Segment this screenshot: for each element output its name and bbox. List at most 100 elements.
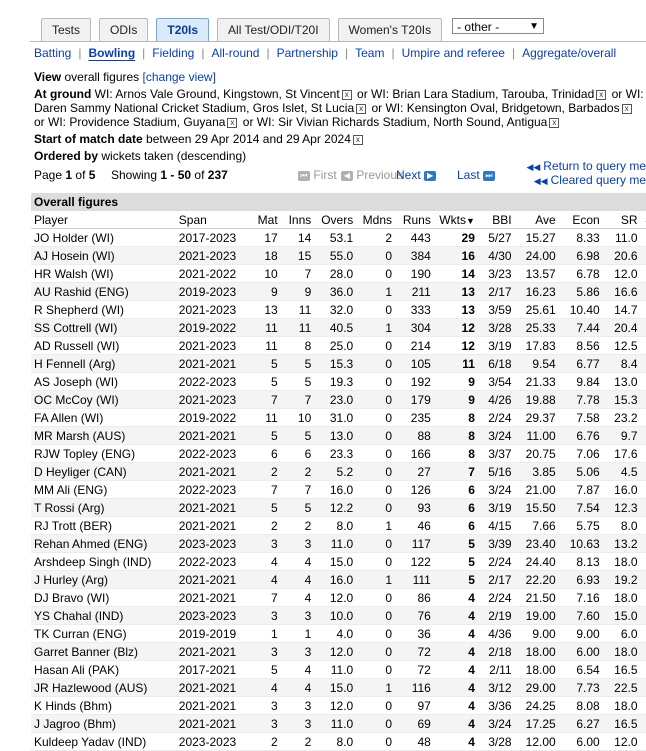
col-4w[interactable]: 4 <box>641 211 646 229</box>
cell-player[interactable]: Garret Banner (Blz) <box>31 643 176 661</box>
subnav-aggregate[interactable]: Aggregate/overall <box>522 46 616 60</box>
tab-odis[interactable]: ODIs <box>99 18 148 42</box>
cleared-query-link[interactable]: ◀◀Cleared query me <box>534 173 646 187</box>
col-mat[interactable]: Mat <box>251 211 280 229</box>
cell-player[interactable]: RJ Trott (BER) <box>31 517 176 535</box>
cell-player[interactable]: SS Cottrell (WI) <box>31 319 176 337</box>
cell-span: 2022-2023 <box>176 373 252 391</box>
cell-overs: 11.0 <box>314 535 356 553</box>
tab-t20is[interactable]: T20Is <box>156 18 209 42</box>
subnav-batting[interactable]: Batting <box>34 46 71 60</box>
cell-player[interactable]: DJ Bravo (WI) <box>31 589 176 607</box>
cell-player[interactable]: T Rossi (Arg) <box>31 499 176 517</box>
remove-filter-icon[interactable]: x <box>227 118 237 128</box>
subnav-team[interactable]: Team <box>355 46 384 60</box>
col-econ[interactable]: Econ <box>559 211 603 229</box>
cell-player[interactable]: D Heyliger (CAN) <box>31 463 176 481</box>
cell-player[interactable]: AD Russell (WI) <box>31 337 176 355</box>
cell-ave: 9.54 <box>515 355 559 373</box>
cell-player[interactable]: RJW Topley (ENG) <box>31 445 176 463</box>
other-format-select[interactable]: - other - ▼ <box>452 18 544 34</box>
last-page-button[interactable]: Last ⏭ <box>457 168 495 182</box>
cell-player[interactable]: Kuldeep Yadav (IND) <box>31 733 176 751</box>
remove-filter-icon[interactable]: x <box>549 118 559 128</box>
cell-sr: 6.0 <box>603 625 641 643</box>
cell-player[interactable]: Rehan Ahmed (ENG) <box>31 535 176 553</box>
cell-player[interactable]: J Jagroo (Bhm) <box>31 715 176 733</box>
cell-mat: 5 <box>251 499 280 517</box>
previous-page-button[interactable]: ◀ Previous <box>341 168 403 182</box>
cell-runs: 190 <box>395 265 434 283</box>
start-date-line: Start of match date between 29 Apr 2014 … <box>34 132 646 146</box>
cell-player[interactable]: R Shepherd (WI) <box>31 301 176 319</box>
cell-player[interactable]: JO Holder (WI) <box>31 229 176 247</box>
col-span[interactable]: Span <box>176 211 252 229</box>
remove-filter-icon[interactable]: x <box>356 104 366 114</box>
cell-mat: 2 <box>251 463 280 481</box>
cell-player[interactable]: K Hinds (Bhm) <box>31 697 176 715</box>
remove-filter-icon[interactable]: x <box>622 104 632 114</box>
cell-span: 2021-2021 <box>176 499 252 517</box>
subnav-umpire-referee[interactable]: Umpire and referee <box>402 46 505 60</box>
cell-four-w: 1 <box>641 391 646 409</box>
remove-filter-icon[interactable]: x <box>596 90 606 100</box>
cell-bbi: 4/36 <box>478 625 515 643</box>
table-row: AD Russell (WI)2021-202311825.00214123/1… <box>31 337 646 355</box>
cell-econ: 5.86 <box>559 283 603 301</box>
pagination: Page 1 of 5 Showing 1 - 50 of 237 ⏮ Firs… <box>34 166 646 196</box>
cell-runs: 72 <box>395 643 434 661</box>
cell-span: 2021-2021 <box>176 517 252 535</box>
subnav-bowling[interactable]: Bowling <box>88 46 135 60</box>
subnav-partnership[interactable]: Partnership <box>277 46 338 60</box>
table-row: JR Hazlewood (AUS)2021-20214415.0111643/… <box>31 679 646 697</box>
tab-all-formats[interactable]: All Test/ODI/T20I <box>217 18 329 42</box>
cell-player[interactable]: Arshdeep Singh (IND) <box>31 553 176 571</box>
tab-womens-t20is[interactable]: Women's T20Is <box>338 18 443 42</box>
first-page-button[interactable]: ⏮ First <box>298 168 337 182</box>
cell-runs: 192 <box>395 373 434 391</box>
remove-filter-icon[interactable]: x <box>353 135 363 145</box>
subnav-all-round[interactable]: All-round <box>211 46 259 60</box>
cell-four-w: 0 <box>641 445 646 463</box>
cell-player[interactable]: FA Allen (WI) <box>31 409 176 427</box>
col-inns[interactable]: Inns <box>281 211 315 229</box>
next-page-button[interactable]: Next ▶ <box>396 168 436 182</box>
cell-wkts: 4 <box>434 661 478 679</box>
cell-player[interactable]: Hasan Ali (PAK) <box>31 661 176 679</box>
cell-span: 2017-2021 <box>176 661 252 679</box>
cell-player[interactable]: JR Hazlewood (AUS) <box>31 679 176 697</box>
col-wkts[interactable]: Wkts▼ <box>434 211 478 229</box>
col-player[interactable]: Player <box>31 211 176 229</box>
remove-filter-icon[interactable]: x <box>342 90 352 100</box>
col-ave[interactable]: Ave <box>515 211 559 229</box>
cell-player[interactable]: YS Chahal (IND) <box>31 607 176 625</box>
cell-ave: 24.00 <box>515 247 559 265</box>
col-runs[interactable]: Runs <box>395 211 434 229</box>
return-to-query-link[interactable]: ◀◀Return to query me <box>526 159 646 173</box>
col-mdns[interactable]: Mdns <box>356 211 395 229</box>
cell-econ: 7.60 <box>559 607 603 625</box>
cell-player[interactable]: AJ Hosein (WI) <box>31 247 176 265</box>
col-overs[interactable]: Overs <box>314 211 356 229</box>
cell-player[interactable]: J Hurley (Arg) <box>31 571 176 589</box>
cell-mat: 7 <box>251 481 280 499</box>
cell-player[interactable]: TK Curran (ENG) <box>31 625 176 643</box>
cell-player[interactable]: MR Marsh (AUS) <box>31 427 176 445</box>
subnav-fielding[interactable]: Fielding <box>152 46 194 60</box>
cell-wkts: 6 <box>434 517 478 535</box>
cell-wkts: 5 <box>434 535 478 553</box>
col-bbi[interactable]: BBI <box>478 211 515 229</box>
cell-player[interactable]: OC McCoy (WI) <box>31 391 176 409</box>
cell-mat: 11 <box>251 319 280 337</box>
cell-player[interactable]: AU Rashid (ENG) <box>31 283 176 301</box>
cell-bbi: 2/24 <box>478 409 515 427</box>
cell-mat: 4 <box>251 679 280 697</box>
cell-player[interactable]: AS Joseph (WI) <box>31 373 176 391</box>
cell-player[interactable]: H Fennell (Arg) <box>31 355 176 373</box>
col-sr[interactable]: SR <box>603 211 641 229</box>
cell-player[interactable]: MM Ali (ENG) <box>31 481 176 499</box>
tab-tests[interactable]: Tests <box>41 18 91 42</box>
cell-sr: 12.3 <box>603 499 641 517</box>
change-view-link[interactable]: [change view] <box>143 70 216 84</box>
cell-player[interactable]: HR Walsh (WI) <box>31 265 176 283</box>
